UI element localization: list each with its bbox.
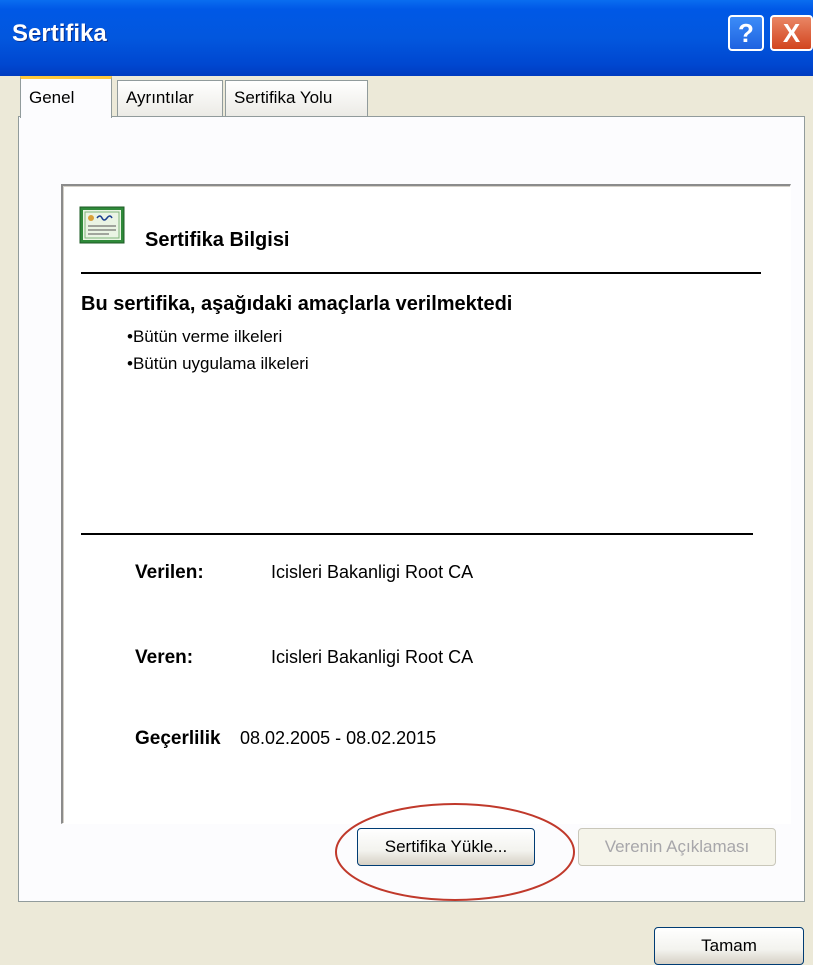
ok-button[interactable]: Tamam: [654, 927, 804, 965]
issued-to-label: Verilen:: [135, 562, 204, 583]
certificate-info-frame: Sertifika Bilgisi Bu sertifika, aşağıdak…: [61, 184, 791, 824]
tab-ayrintilar[interactable]: Ayrıntılar: [117, 80, 223, 116]
title-bar[interactable]: Sertifika ? X: [0, 0, 813, 76]
window-title: Sertifika: [12, 20, 107, 47]
validity-value: 08.02.2005 - 08.02.2015: [240, 728, 437, 748]
certificate-icon: [79, 206, 125, 244]
tab-genel[interactable]: Genel: [20, 76, 112, 118]
issued-by-label: Veren:: [135, 647, 194, 668]
divider: [81, 533, 753, 535]
close-icon: X: [782, 18, 801, 48]
help-button[interactable]: ?: [728, 15, 764, 51]
help-icon: ?: [738, 18, 754, 48]
validity-label: Geçerlilik: [135, 728, 221, 749]
purpose-title: Bu sertifika, aşağıdaki amaçlarla verilm…: [81, 293, 513, 315]
issued-by-value: Icisleri Bakanligi Root CA: [271, 647, 474, 667]
divider: [81, 272, 761, 274]
purpose-item: •Bütün verme ilkeleri: [127, 327, 283, 346]
tab-sertifika-yolu[interactable]: Sertifika Yolu: [225, 80, 368, 116]
issuer-statement-button[interactable]: Verenin Açıklaması: [578, 828, 776, 866]
issued-to-value: Icisleri Bakanligi Root CA: [271, 562, 474, 582]
highlight-oval: [335, 803, 575, 901]
close-button[interactable]: X: [770, 15, 813, 51]
purpose-item: •Bütün uygulama ilkeleri: [127, 354, 309, 373]
certificate-info-heading: Sertifika Bilgisi: [145, 229, 290, 251]
tab-panel: Sertifika Bilgisi Bu sertifika, aşağıdak…: [18, 116, 805, 902]
